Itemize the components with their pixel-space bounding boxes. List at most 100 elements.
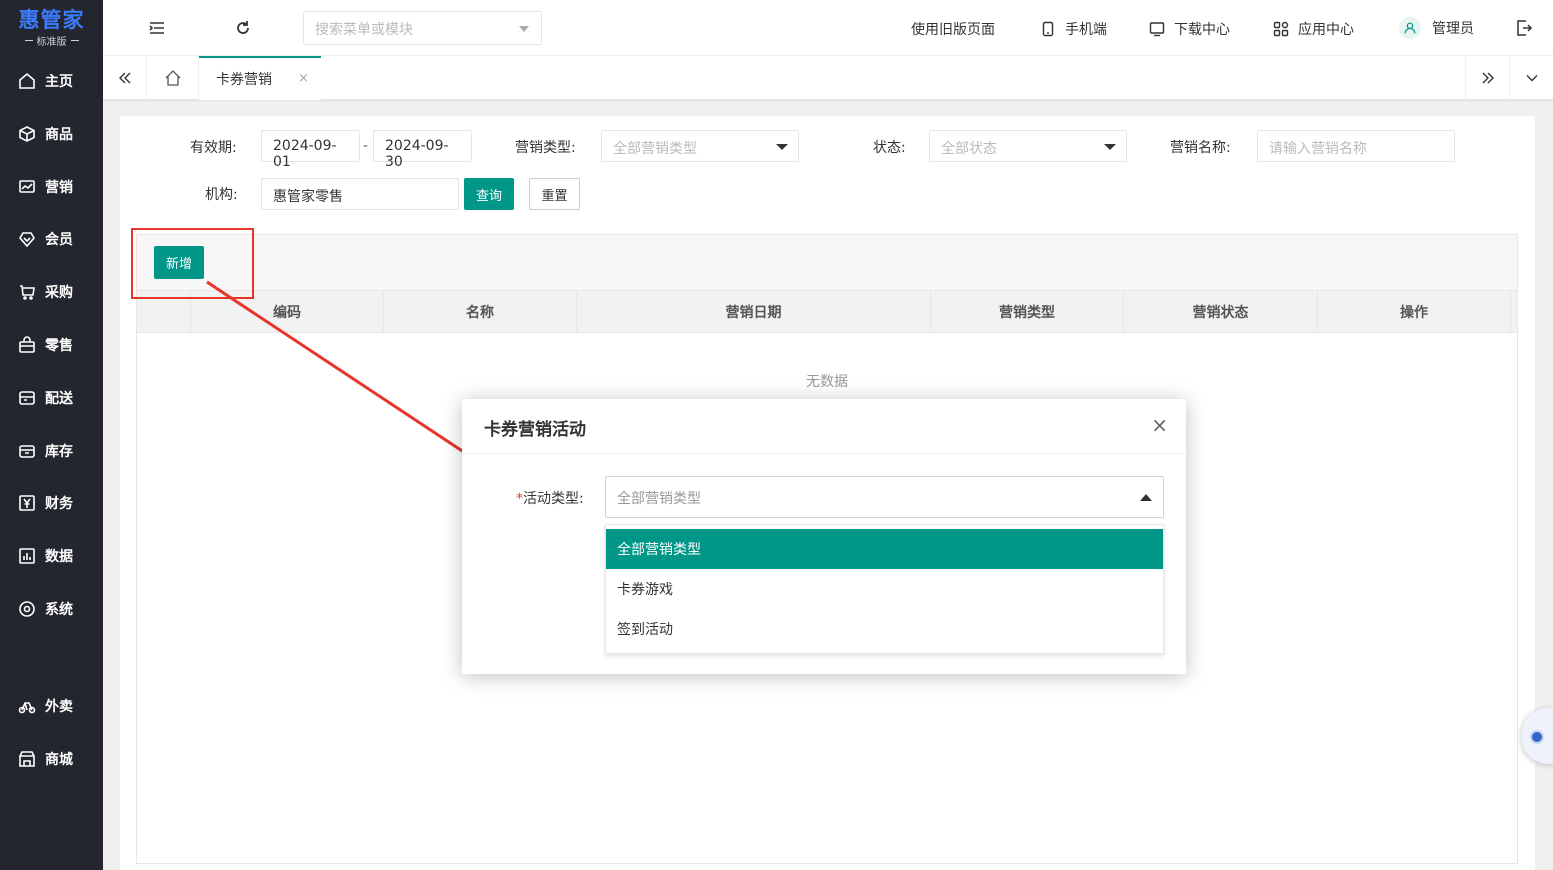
tab-home[interactable] bbox=[147, 56, 199, 100]
chevron-down-icon bbox=[519, 26, 529, 32]
diamond-icon bbox=[19, 232, 35, 248]
sidebar-item-marketing[interactable]: 营销 bbox=[0, 167, 103, 207]
date-to-input[interactable]: 2024-09-30 bbox=[373, 130, 472, 170]
date-separator: - bbox=[363, 138, 369, 154]
sidebar-item-label: 零售 bbox=[45, 338, 73, 354]
marketing-type-value: 全部营销类型 bbox=[613, 141, 697, 157]
sidebar-item-delivery[interactable]: 配送 bbox=[0, 378, 103, 418]
user-menu[interactable]: 管理员 bbox=[1399, 17, 1474, 39]
monitor-icon bbox=[1149, 22, 1165, 37]
store-icon bbox=[19, 751, 35, 767]
sidebar-item-label: 系统 bbox=[45, 602, 73, 618]
table-toolbar: 新增 bbox=[137, 235, 1517, 291]
modal-title: 卡券营销活动 bbox=[484, 420, 586, 440]
sidebar-item-label: 数据 bbox=[45, 549, 73, 565]
column-header-actions: 操作 bbox=[1318, 291, 1511, 333]
home-icon bbox=[165, 70, 180, 86]
sidebar-item-takeout[interactable]: 外卖 bbox=[0, 686, 103, 726]
sidebar-item-data[interactable]: 数据 bbox=[0, 536, 103, 576]
marketing-name-input[interactable]: 请输入营销名称 bbox=[1257, 130, 1455, 162]
status-value: 全部状态 bbox=[941, 141, 997, 157]
sidebar-item-label: 库存 bbox=[45, 444, 73, 460]
download-label: 下载中心 bbox=[1174, 22, 1230, 38]
brand-edition: 标准版 bbox=[36, 36, 67, 48]
sidebar-item-label: 外卖 bbox=[45, 699, 73, 715]
chart-icon bbox=[19, 180, 35, 193]
coupon-activity-modal: 卡券营销活动 × *活动类型: 全部营销类型 全部营销类型 卡券游戏 签到活动 bbox=[462, 399, 1186, 674]
tab-scroll-right-button[interactable] bbox=[1465, 56, 1509, 100]
sidebar-item-finance[interactable]: 财务 bbox=[0, 483, 103, 523]
old-version-link[interactable]: 使用旧版页面 bbox=[911, 19, 995, 39]
download-center-link[interactable]: 下载中心 bbox=[1149, 19, 1230, 39]
sidebar-item-home[interactable]: 主页 bbox=[0, 61, 103, 101]
old-version-label: 使用旧版页面 bbox=[911, 22, 995, 38]
home-icon bbox=[19, 72, 35, 89]
status-select[interactable]: 全部状态 bbox=[929, 130, 1127, 162]
bag-icon bbox=[19, 336, 35, 353]
sidebar-item-label: 商品 bbox=[45, 127, 73, 143]
top-header: 搜索菜单或模块 使用旧版页面 手机端 下载中心 应用中心 管理员 bbox=[103, 0, 1553, 56]
menu-collapse-icon[interactable] bbox=[147, 18, 167, 38]
app-center-link[interactable]: 应用中心 bbox=[1273, 19, 1354, 39]
assistant-icon bbox=[1530, 730, 1544, 744]
menu-search-select[interactable]: 搜索菜单或模块 bbox=[303, 11, 542, 45]
brand-logo[interactable]: 惠管家 标准版 bbox=[0, 0, 103, 56]
query-button[interactable]: 查询 bbox=[464, 178, 514, 210]
close-icon[interactable]: × bbox=[1151, 413, 1168, 437]
sidebar-item-label: 配送 bbox=[45, 391, 73, 407]
dropdown-option-coupon-game[interactable]: 卡券游戏 bbox=[606, 569, 1163, 609]
logout-icon[interactable] bbox=[1515, 19, 1533, 37]
brand-name: 惠管家 bbox=[18, 7, 85, 32]
column-header-type: 营销类型 bbox=[931, 291, 1124, 333]
tab-scroll-left-button[interactable] bbox=[103, 56, 147, 100]
bar-chart-icon bbox=[19, 548, 35, 564]
sidebar-item-members[interactable]: 会员 bbox=[0, 219, 103, 259]
org-input[interactable]: 惠管家零售 bbox=[261, 178, 459, 210]
sidebar-item-system[interactable]: 系统 bbox=[0, 589, 103, 629]
sidebar-item-label: 会员 bbox=[45, 232, 73, 248]
sidebar-item-label: 主页 bbox=[45, 74, 73, 90]
caret-down-icon bbox=[1104, 144, 1116, 150]
sidebar-item-retail[interactable]: 零售 bbox=[0, 325, 103, 365]
column-header-name: 名称 bbox=[384, 291, 577, 333]
mobile-label: 手机端 bbox=[1065, 22, 1107, 38]
refresh-icon[interactable] bbox=[233, 18, 253, 38]
caret-up-icon bbox=[1140, 494, 1152, 501]
mobile-link[interactable]: 手机端 bbox=[1040, 19, 1107, 39]
sidebar-item-label: 营销 bbox=[45, 180, 73, 196]
sidebar: 惠管家 标准版 主页 商品 营销 会员 采购 零售 配送 库存 财务 数据 系统… bbox=[0, 0, 103, 870]
search-placeholder: 搜索菜单或模块 bbox=[315, 22, 413, 38]
user-label: 管理员 bbox=[1432, 21, 1474, 37]
reset-button[interactable]: 重置 bbox=[529, 178, 580, 210]
sidebar-item-inventory[interactable]: 库存 bbox=[0, 431, 103, 471]
cube-icon bbox=[19, 126, 35, 142]
phone-icon bbox=[1042, 21, 1054, 37]
yen-icon bbox=[19, 495, 35, 511]
tab-close-icon[interactable]: × bbox=[298, 71, 309, 86]
activity-type-placeholder: 全部营销类型 bbox=[617, 491, 701, 507]
sidebar-item-label: 财务 bbox=[45, 496, 73, 512]
status-label: 状态: bbox=[873, 140, 906, 156]
tab-coupon-marketing[interactable]: 卡券营销 × bbox=[199, 56, 321, 100]
dropdown-option-all[interactable]: 全部营销类型 bbox=[606, 529, 1163, 569]
tab-label: 卡券营销 bbox=[216, 72, 272, 88]
date-from-input[interactable]: 2024-09-01 bbox=[261, 130, 360, 170]
truck-icon bbox=[19, 391, 35, 405]
activity-type-dropdown: 全部营销类型 卡券游戏 签到活动 bbox=[605, 524, 1164, 654]
marketing-name-label: 营销名称: bbox=[1170, 140, 1231, 156]
sidebar-item-products[interactable]: 商品 bbox=[0, 114, 103, 154]
sidebar-item-label: 商城 bbox=[45, 752, 73, 768]
dropdown-option-checkin[interactable]: 签到活动 bbox=[606, 609, 1163, 649]
cart-icon bbox=[20, 285, 35, 300]
modal-divider bbox=[462, 453, 1186, 454]
double-chevron-left-icon bbox=[118, 72, 130, 84]
activity-type-select[interactable]: 全部营销类型 bbox=[605, 476, 1164, 518]
required-mark: * bbox=[516, 491, 523, 507]
sidebar-item-label: 采购 bbox=[45, 285, 73, 301]
avatar bbox=[1399, 17, 1421, 39]
tab-menu-button[interactable] bbox=[1509, 56, 1553, 100]
org-label: 机构: bbox=[205, 187, 238, 203]
marketing-type-select[interactable]: 全部营销类型 bbox=[601, 130, 799, 162]
sidebar-item-purchase[interactable]: 采购 bbox=[0, 272, 103, 312]
sidebar-item-mall[interactable]: 商城 bbox=[0, 739, 103, 779]
